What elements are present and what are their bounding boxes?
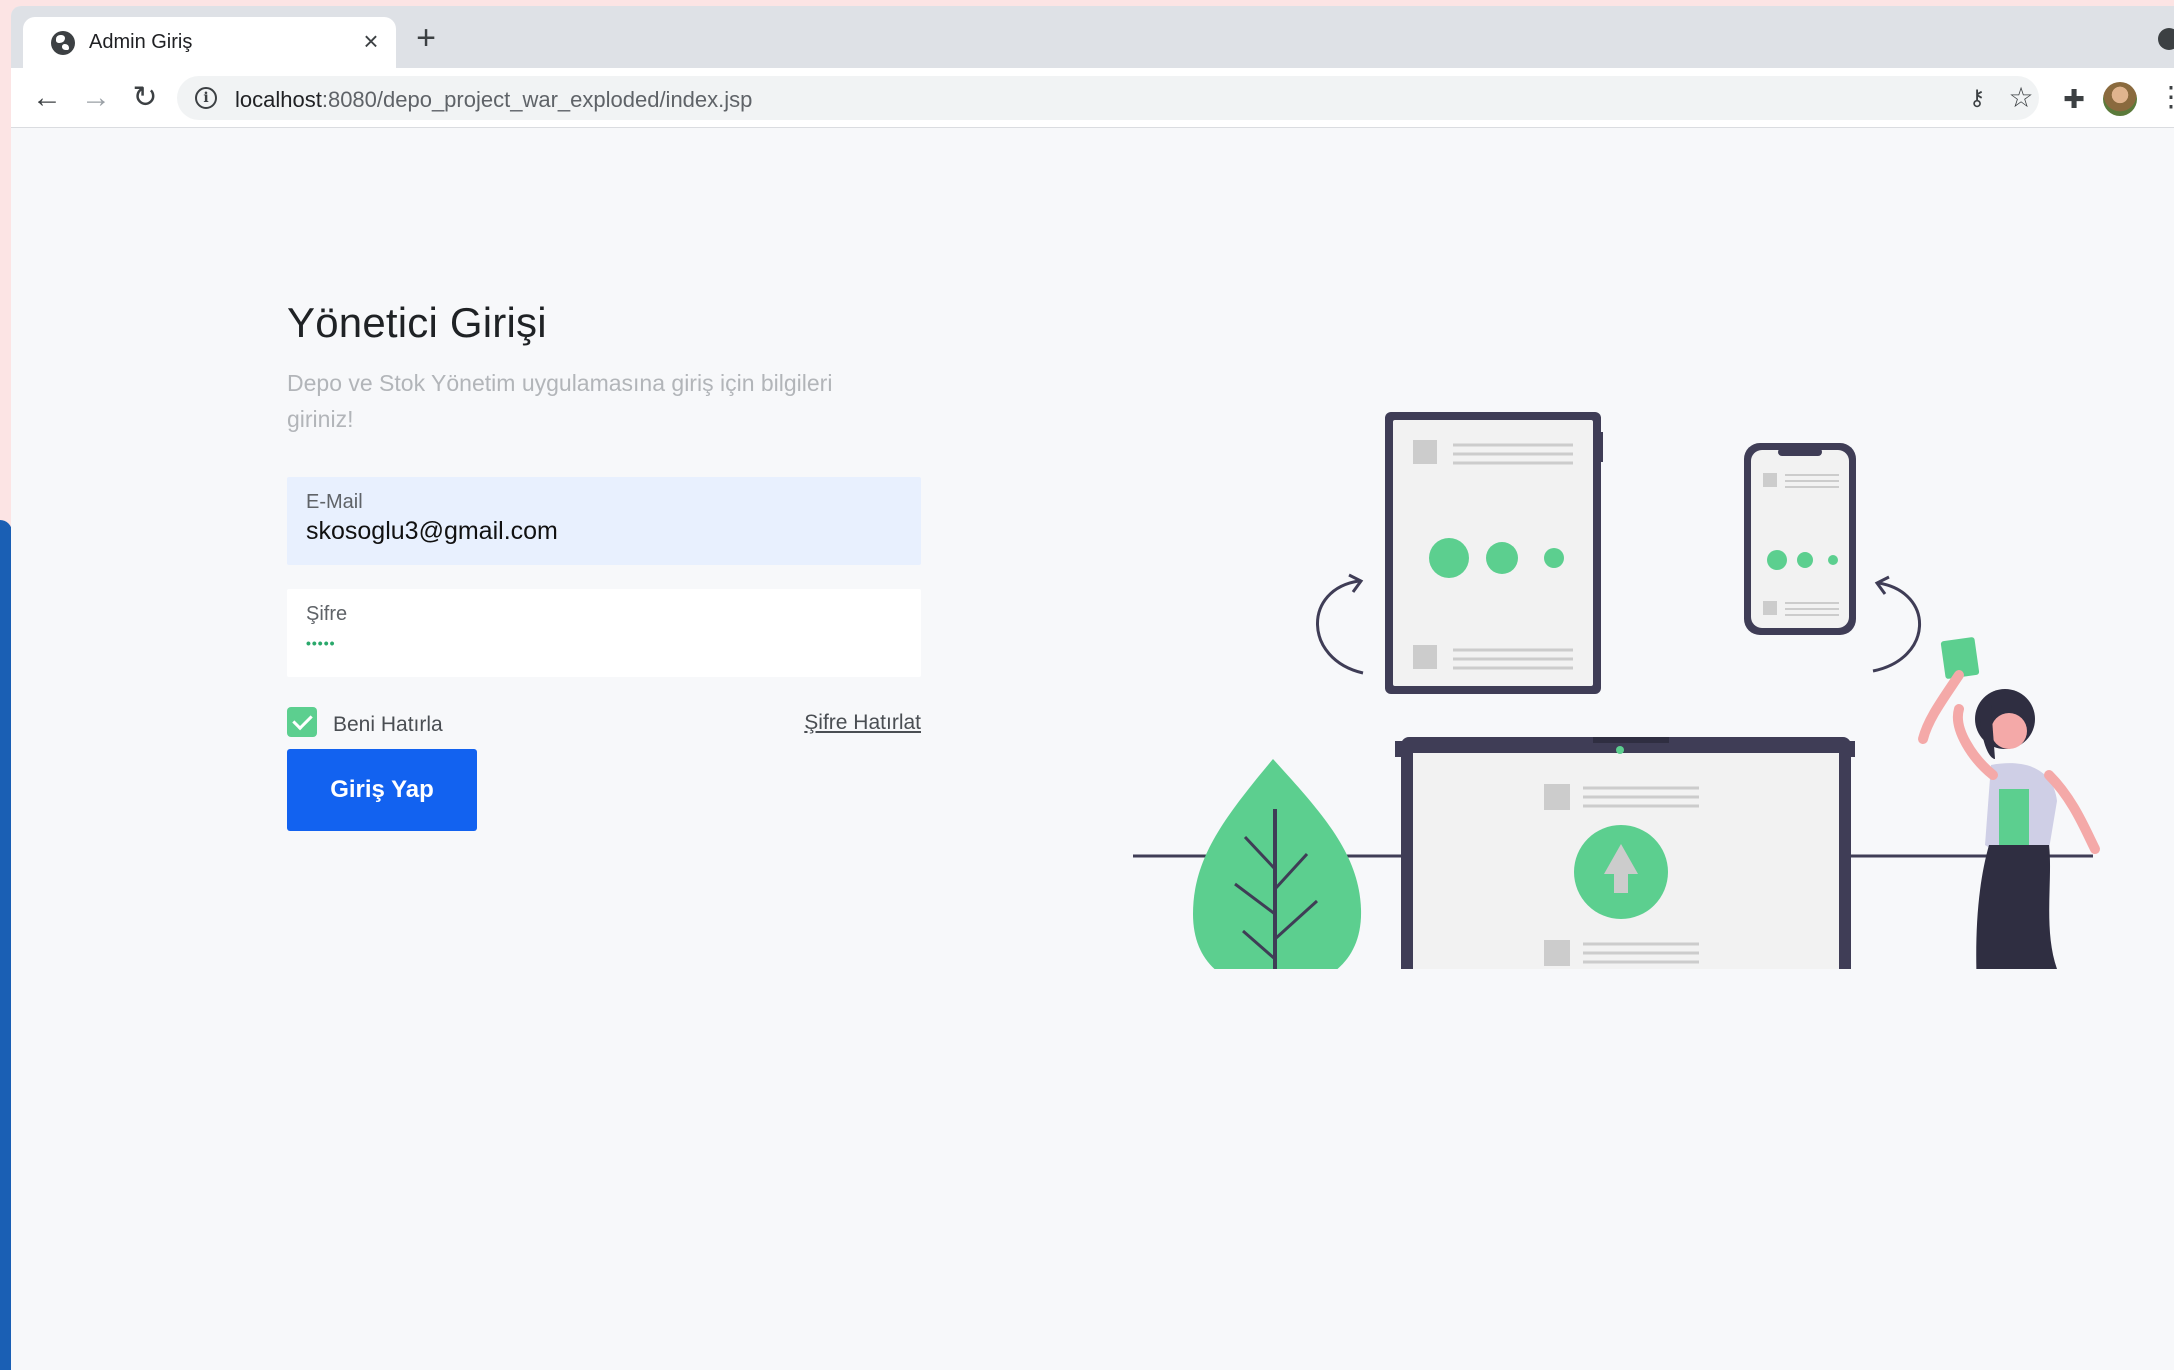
page-subtitle: Depo ve Stok Yönetim uygulamasına giriş … (287, 370, 833, 432)
key-icon[interactable]: ⚷ (1963, 86, 1991, 110)
close-icon[interactable]: × (357, 27, 385, 55)
browser-toolbar: ← → ↻ i localhost:8080/depo_project_war_… (11, 68, 2174, 128)
devices-illustration (1133, 412, 2100, 969)
page-content: Yönetici Girişi Depo ve Stok Yönetim uyg… (11, 129, 2174, 1370)
puzzle-icon[interactable]: ✚ (2059, 84, 2089, 114)
leaf-icon (1193, 759, 1362, 969)
browser-window: Admin Giriş × + ← → ↻ i localhost:8080/d… (11, 6, 2174, 1370)
options-row: Beni Hatırla Şifre Hatırlat (287, 707, 921, 739)
arrow-left-curve-icon (1316, 579, 1364, 675)
star-icon[interactable]: ☆ (2007, 84, 2035, 112)
tab-search-icon[interactable] (2158, 28, 2174, 50)
tab-title: Admin Giriş (89, 31, 193, 53)
login-form: Yönetici Girişi Depo ve Stok Yönetim uyg… (287, 299, 921, 831)
info-icon[interactable]: i (195, 87, 217, 109)
address-bar[interactable]: i localhost:8080/depo_project_war_explod… (177, 76, 2039, 120)
remember-label[interactable]: Beni Hatırla (333, 713, 443, 737)
globe-icon (51, 31, 75, 55)
email-input[interactable] (306, 517, 896, 546)
email-label: E-Mail (306, 491, 363, 513)
arrow-left-icon[interactable]: ← (29, 80, 65, 116)
tab-admin-giris[interactable]: Admin Giriş × (23, 17, 396, 68)
avatar[interactable] (2103, 82, 2137, 116)
tab-strip: Admin Giriş × + (11, 6, 2174, 68)
email-field[interactable]: E-Mail (287, 477, 921, 565)
tablet-icon (1385, 412, 1603, 694)
page-title: Yönetici Girişi (287, 299, 547, 346)
password-input[interactable]: ••••• (306, 635, 336, 651)
phone-icon (1744, 443, 1856, 635)
forgot-password-link[interactable]: Şifre Hatırlat (804, 711, 921, 735)
arrow-right-curve-icon (1872, 581, 1921, 673)
remember-checkbox[interactable] (287, 707, 317, 737)
new-tab-button[interactable]: + (409, 21, 443, 56)
laptop-icon (1395, 737, 1855, 969)
password-label: Şifre (306, 603, 348, 625)
arrow-right-icon[interactable]: → (78, 80, 114, 116)
reload-icon[interactable]: ↻ (127, 80, 163, 116)
person-illustration (1918, 637, 2100, 969)
url-text[interactable]: localhost:8080/depo_project_war_exploded… (235, 87, 752, 113)
password-field[interactable]: Şifre ••••• (287, 589, 921, 677)
login-button[interactable]: Giriş Yap (287, 749, 477, 831)
kebab-menu-icon[interactable]: ⋮ (2157, 82, 2174, 116)
